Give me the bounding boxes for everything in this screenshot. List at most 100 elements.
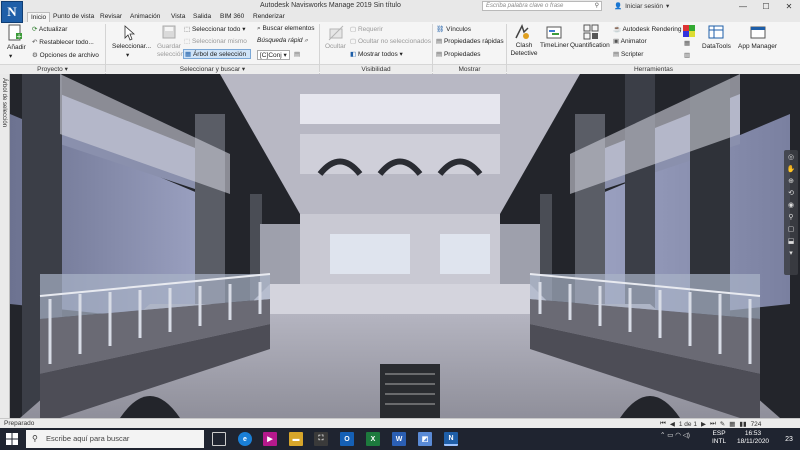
datatools-button[interactable]: DataTools [702, 43, 731, 50]
file-explorer-icon[interactable]: ▬ [289, 432, 303, 446]
app-icon[interactable]: ◩ [418, 432, 432, 446]
zoom-icon[interactable]: ⊕ [788, 177, 794, 186]
select-button[interactable]: Seleccionar... [112, 43, 151, 50]
group-label-proyecto[interactable]: Proyecto ▾ [0, 64, 105, 74]
hide-unselected-button[interactable]: ▢ Ocultar no seleccionados [350, 37, 431, 45]
reset-all-button[interactable]: ↶ Restablecer todo... [32, 38, 94, 46]
show-all-button[interactable]: ◧ Mostrar todos ▾ [350, 50, 403, 58]
pan-icon[interactable]: ✋ [787, 165, 796, 174]
volume-icon[interactable]: ◁) [683, 432, 690, 439]
wifi-icon[interactable]: ◠ [675, 432, 681, 439]
orbit-icon[interactable]: ⟲ [788, 189, 794, 198]
search-icon[interactable]: ⚲ [595, 2, 599, 10]
excel-icon[interactable]: X [366, 432, 380, 446]
user-icon: 👤 [614, 3, 623, 10]
selection-tree-button[interactable]: ▦ Árbol de selección [185, 50, 246, 58]
links-button[interactable]: ⛓ Vínculos [436, 25, 471, 33]
word-icon[interactable]: W [392, 432, 406, 446]
sheet-browser-icon[interactable]: ▦ [729, 420, 735, 428]
outlook-icon[interactable]: O [340, 432, 354, 446]
language-indicator[interactable]: ESP INTL [712, 430, 726, 446]
tool-icon-b[interactable]: ▦ [684, 39, 690, 47]
last-page-icon[interactable]: ⏭ [710, 420, 716, 428]
find-items-button[interactable]: ⌕ Buscar elementos [257, 25, 314, 33]
refresh-label: Actualizar [38, 26, 68, 33]
windows-start-icon[interactable] [6, 433, 18, 445]
status-bar: Preparado ⏮ ◀ 1 de 1 ▶ ⏭ ✎ ▦ ▮▮ 724 [0, 418, 800, 428]
tab-punto-de-vista[interactable]: Punto de vista [50, 12, 97, 22]
pencil-icon[interactable]: ✎ [720, 420, 725, 428]
sets-dropdown[interactable]: [C]Conj ▾ [257, 50, 290, 60]
quick-find-input[interactable]: Búsqueda rápid ⌕ [257, 37, 308, 45]
sets-manage-icon: ▤ [294, 51, 301, 58]
tab-inicio[interactable]: Inicio [27, 12, 51, 22]
selection-tree-side-tab[interactable]: Árbol de selección [0, 74, 10, 418]
file-options-button[interactable]: ⚙ Opciones de archivo [32, 51, 99, 59]
app-manager-button[interactable]: App Manager [738, 43, 777, 50]
taskbar-search-input[interactable]: ⚲ Escribe aquí para buscar [26, 430, 204, 448]
minimize-button[interactable]: — [732, 0, 754, 12]
select-same-icon: ⬚ [184, 38, 191, 45]
media-app-icon[interactable]: ▶ [263, 432, 277, 446]
links-label: Vínculos [446, 26, 472, 33]
navisworks-taskbar-icon[interactable]: N [444, 432, 458, 446]
manage-sets-button[interactable]: ▤ [294, 50, 300, 58]
timeliner-button[interactable]: TimeLiner [540, 42, 569, 49]
quick-properties-button[interactable]: ▤ Propiedades rápidas [436, 37, 504, 45]
3d-viewport[interactable] [0, 74, 800, 418]
animator-button[interactable]: ▣ Animator [613, 37, 647, 45]
tab-vista[interactable]: Vista [168, 12, 188, 22]
maximize-button[interactable]: ☐ [755, 0, 777, 12]
append-button[interactable]: Añadir [7, 44, 26, 51]
next-page-icon[interactable]: ▶ [701, 420, 706, 428]
animator-label: Animator [620, 38, 647, 45]
notification-center-icon[interactable]: 23 [782, 432, 796, 446]
status-right-area: ⏮ ◀ 1 de 1 ▶ ⏭ ✎ ▦ ▮▮ 724 [660, 420, 761, 428]
tool-icon-c[interactable]: ▥ [684, 51, 690, 59]
properties-button[interactable]: ▤ Propiedades [436, 50, 480, 58]
clash-detective-icon [515, 24, 529, 39]
help-search-input[interactable]: Escriba palabra clave o frase ⚲ [482, 1, 602, 11]
hide-button[interactable]: Ocultar [325, 43, 346, 50]
clock[interactable]: 16:53 18/11/2020 [737, 430, 769, 446]
append-icon: + [8, 24, 22, 41]
walk-icon[interactable]: ⚲ [788, 213, 793, 222]
tab-salida[interactable]: Salida [190, 12, 214, 22]
tab-renderizar[interactable]: Renderizar [250, 12, 288, 22]
scripter-button[interactable]: ▤ Scripter [613, 50, 643, 58]
task-view-icon[interactable] [212, 432, 226, 446]
first-page-icon[interactable]: ⏮ [660, 420, 666, 428]
autodesk-rendering-button[interactable]: ☕ Autodesk Rendering [613, 25, 681, 33]
select-all-button[interactable]: ⬚ Seleccionar todo ▾ [184, 25, 245, 33]
require-button[interactable]: ▢ Requerir [350, 25, 383, 33]
app-menu-button[interactable]: N [1, 1, 23, 23]
quantification-icon [583, 24, 599, 40]
save-selection-button[interactable]: Guardar selección [157, 43, 184, 59]
navbar-menu-icon[interactable]: ▾ [789, 249, 793, 258]
store-icon[interactable]: ⛶ [314, 432, 328, 446]
tab-animacion[interactable]: Animación [127, 12, 163, 22]
keyboard-layout: INTL [712, 438, 727, 445]
chevron-down-icon: ▾ [666, 3, 670, 10]
refresh-button[interactable]: ⟳ Actualizar [32, 25, 67, 33]
help-search-placeholder: Escriba palabra clave o frase [486, 3, 564, 9]
tab-bim360[interactable]: BIM 360 [217, 12, 247, 22]
group-label-select[interactable]: Seleccionar y buscar ▾ [106, 64, 319, 74]
tab-revisar[interactable]: Revisar [97, 12, 125, 22]
look-icon[interactable]: ◉ [788, 201, 794, 210]
reset-all-label: Restablecer todo... [39, 39, 94, 46]
select-same-button[interactable]: ⬚ Seleccionar mismo [184, 37, 247, 45]
quantification-button[interactable]: Quantification [570, 42, 610, 49]
steering-wheel-icon[interactable]: ◎ [788, 153, 794, 162]
close-button[interactable]: ✕ [778, 0, 800, 12]
camera-icon[interactable]: ▢ [788, 225, 795, 234]
edge-icon[interactable]: e [238, 432, 252, 446]
tray-overflow-icon[interactable]: ⌃ [660, 432, 665, 439]
clash-detective-button[interactable]: Clash Detective [510, 42, 538, 58]
sign-in-button[interactable]: 👤 Iniciar sesión ▾ [614, 2, 670, 11]
datatools-icon [708, 25, 724, 39]
network-icon[interactable]: ▭ [667, 432, 673, 439]
sectioning-icon[interactable]: ⬓ [788, 237, 795, 246]
prev-page-icon[interactable]: ◀ [670, 420, 675, 428]
clock-date: 18/11/2020 [737, 438, 770, 445]
